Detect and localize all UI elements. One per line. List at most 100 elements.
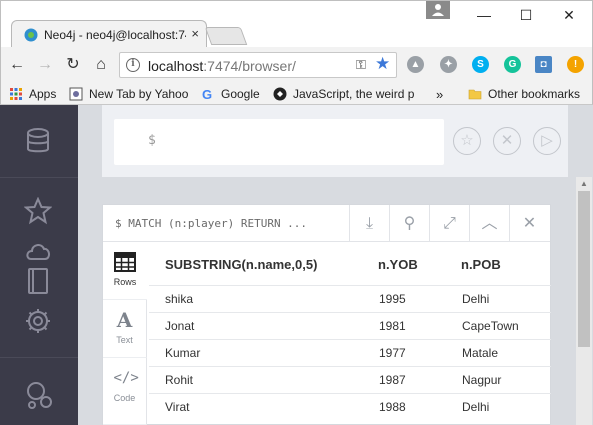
query-editor-area: $ ☆ ✕ ▷ xyxy=(102,105,568,177)
reload-button[interactable]: ↻ xyxy=(63,55,83,75)
table-cell: Matale xyxy=(462,346,499,360)
home-button[interactable]: ⌂ xyxy=(91,55,111,75)
neo4j-sidebar xyxy=(0,105,78,425)
table-cell: CapeTown xyxy=(462,319,519,333)
info-icon[interactable]: i xyxy=(126,58,140,72)
gear-icon[interactable] xyxy=(24,307,52,335)
pin-icon[interactable]: ⚲ xyxy=(389,205,429,242)
tab-rows[interactable]: Rows xyxy=(103,242,147,300)
apps-grid-icon xyxy=(10,88,22,100)
browser-toolbar: ← → ↻ ⌂ i localhost:7474/browser/ ⚿ ★ ▲ … xyxy=(0,47,593,83)
tab-code[interactable]: </> Code xyxy=(103,358,147,425)
favorite-query-button[interactable]: ☆ xyxy=(453,127,481,155)
google-icon: G xyxy=(202,87,212,101)
bookmark-apps[interactable]: Apps xyxy=(9,86,56,102)
bookmarks-bar: Apps New Tab by Yahoo G Google JavaScrip… xyxy=(0,83,593,105)
sidebar-divider xyxy=(0,177,78,178)
table-cell: Delhi xyxy=(462,292,490,306)
text-icon: A xyxy=(116,308,133,332)
profile-icon[interactable] xyxy=(426,1,450,19)
bookmark-other[interactable]: Other bookmarks xyxy=(468,86,580,102)
bookmark-google[interactable]: G Google xyxy=(201,86,260,102)
download-icon[interactable]: ⤓ xyxy=(349,205,389,242)
key-icon[interactable]: ⚿ xyxy=(356,57,366,73)
table-row: Virat 1988 Delhi xyxy=(149,393,551,420)
scrollbar-thumb[interactable] xyxy=(578,191,590,347)
table-cell: 1988 xyxy=(379,400,406,414)
photo-extension-icon[interactable]: ◘ xyxy=(535,56,552,73)
table-cell: Kumar xyxy=(165,346,201,360)
frame-header: $ MATCH (n:player) RETURN ... ⤓ ⚲ ⤢ ︿ ✕ xyxy=(103,205,550,242)
bookmark-label: Other bookmarks xyxy=(488,87,581,101)
title-bar: Neo4j - neo4j@localhost:7474 × — ☐ ✕ xyxy=(0,0,593,48)
table-cell: 1995 xyxy=(379,292,406,306)
tab-code-label: Code xyxy=(113,393,136,403)
view-tabs: Rows A Text </> Code xyxy=(103,242,147,425)
cloud-icon[interactable] xyxy=(24,237,52,265)
star-icon[interactable] xyxy=(24,197,52,225)
folder-icon xyxy=(468,89,482,100)
frame-query-text[interactable]: $ MATCH (n:player) RETURN ... xyxy=(115,217,307,230)
svg-text:G: G xyxy=(202,87,212,101)
table-cell: Rohit xyxy=(165,373,194,387)
clear-editor-button[interactable]: ✕ xyxy=(493,127,521,155)
neo4j-browser: $ ☆ ✕ ▷ $ MATCH (n:player) RETURN ... ⤓ … xyxy=(0,105,593,425)
yahoo-icon xyxy=(69,87,83,101)
table-cell: 1981 xyxy=(379,319,406,333)
query-editor[interactable]: $ xyxy=(114,119,444,165)
new-tab-button[interactable] xyxy=(204,27,248,45)
back-button[interactable]: ← xyxy=(7,55,27,75)
close-frame-icon[interactable]: ✕ xyxy=(509,205,549,242)
drive-icon[interactable]: ▲ xyxy=(407,56,424,73)
minimize-button[interactable]: — xyxy=(469,5,499,25)
column-header: n.POB xyxy=(461,257,501,272)
table-cell: Jonat xyxy=(165,319,195,333)
skype-icon[interactable]: S xyxy=(472,56,489,73)
forward-button[interactable]: → xyxy=(35,55,55,75)
javascript-icon xyxy=(273,87,287,101)
bookmark-star-icon[interactable]: ★ xyxy=(375,54,390,74)
maximize-button[interactable]: ☐ xyxy=(511,5,541,25)
result-frame: $ MATCH (n:player) RETURN ... ⤓ ⚲ ⤢ ︿ ✕ … xyxy=(102,204,551,425)
bookmarks-overflow-button[interactable]: » xyxy=(436,86,443,102)
table-row: Kumar 1977 Matale xyxy=(149,339,551,366)
browser-tab[interactable]: Neo4j - neo4j@localhost:7474 × xyxy=(11,20,207,48)
bookmark-javascript[interactable]: JavaScript, the weird p xyxy=(273,86,431,102)
column-header: SUBSTRING(n.name,0,5) xyxy=(165,257,318,272)
bookmark-yahoo[interactable]: New Tab by Yahoo xyxy=(69,86,188,102)
run-query-button[interactable]: ▷ xyxy=(533,127,561,155)
neo4j-logo-icon[interactable] xyxy=(24,379,54,411)
column-header: n.YOB xyxy=(378,257,418,272)
extension-icon[interactable]: ✦ xyxy=(440,56,457,73)
table-row: Jonat 1981 CapeTown xyxy=(149,312,551,339)
scroll-up-arrow-icon[interactable]: ▲ xyxy=(580,179,588,188)
tab-rows-label: Rows xyxy=(113,277,137,287)
bookmark-label: New Tab by Yahoo xyxy=(89,87,189,101)
table-row: shika 1995 Delhi xyxy=(149,285,551,312)
sidebar-divider xyxy=(0,357,78,358)
table-cell: 1987 xyxy=(379,373,406,387)
close-window-button[interactable]: ✕ xyxy=(554,5,584,25)
page-scrollbar[interactable]: ▲ xyxy=(576,177,592,425)
table-cell: Nagpur xyxy=(462,373,502,387)
url-text[interactable]: localhost:7474/browser/ xyxy=(148,58,296,74)
editor-prompt: $ xyxy=(148,133,156,148)
code-icon: </> xyxy=(113,370,139,386)
book-icon[interactable] xyxy=(24,267,52,295)
expand-icon[interactable]: ⤢ xyxy=(429,205,469,242)
tab-text[interactable]: A Text xyxy=(103,300,147,358)
table-row: Rohit 1987 Nagpur xyxy=(149,366,551,393)
database-icon[interactable] xyxy=(24,127,52,155)
notification-icon[interactable]: ! xyxy=(567,56,584,73)
collapse-icon[interactable]: ︿ xyxy=(469,205,509,242)
bookmark-label: JavaScript, the weird p xyxy=(293,87,415,101)
table-icon xyxy=(114,252,136,272)
tab-close-icon[interactable]: × xyxy=(191,26,199,42)
table-cell: 1977 xyxy=(379,346,406,360)
tab-title: Neo4j - neo4j@localhost:7474 xyxy=(44,28,186,42)
grammarly-icon[interactable]: G xyxy=(504,56,521,73)
table-cell: Virat xyxy=(165,400,190,414)
address-bar[interactable]: i localhost:7474/browser/ ⚿ ★ xyxy=(119,52,397,78)
bookmark-label: Apps xyxy=(29,87,57,101)
tab-text-label: Text xyxy=(116,335,133,345)
